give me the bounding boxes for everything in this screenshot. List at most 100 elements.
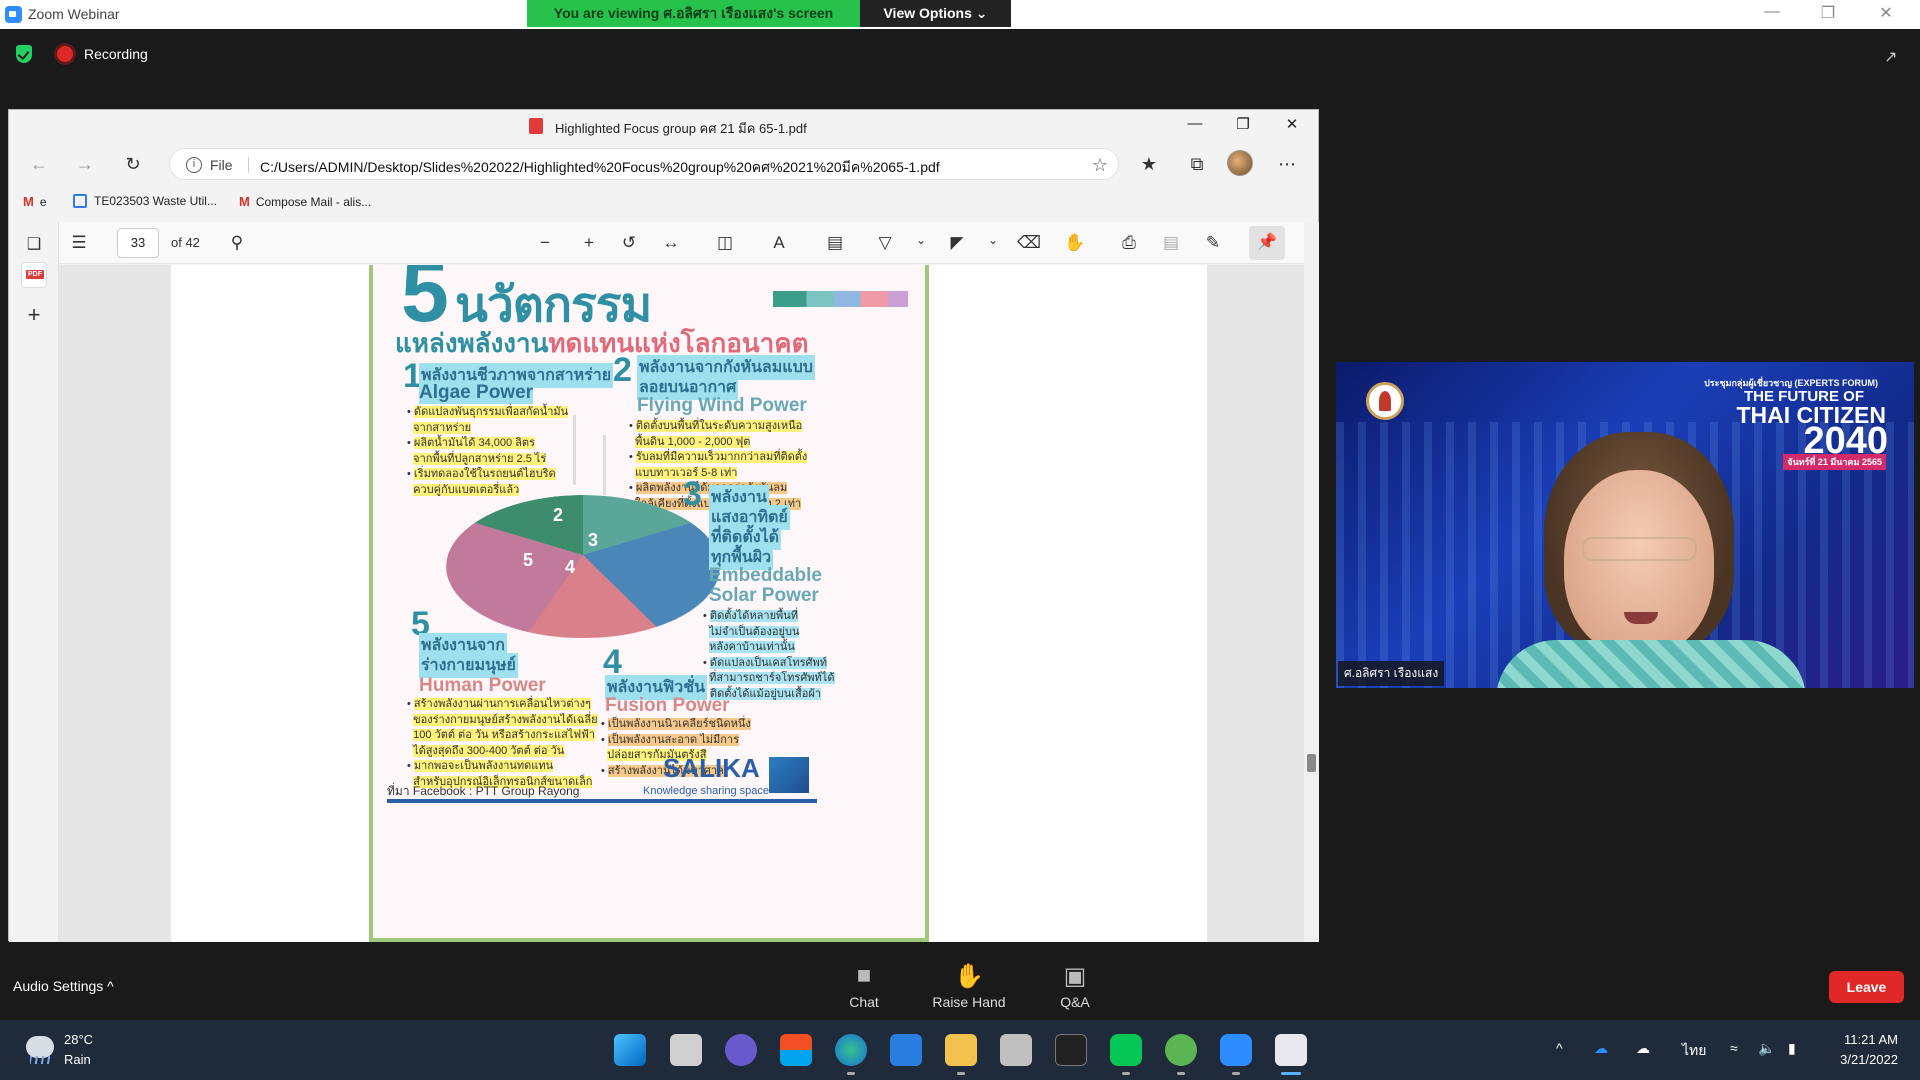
volume-muted-icon[interactable]: 🔈 bbox=[1758, 1040, 1775, 1057]
zoom-out-icon[interactable]: − bbox=[533, 233, 557, 253]
view-options-button[interactable]: View Options ⌄ bbox=[860, 0, 1011, 27]
pdf-scrollbar[interactable] bbox=[1304, 222, 1319, 942]
bullet-text: ผลิตน้ำมันได้ 34,000 ลิตร bbox=[414, 437, 535, 449]
security-shield-icon[interactable] bbox=[16, 45, 32, 63]
bullet-text: รับลมที่มีความเร็วมากกว่าลมที่ติดตั้ง bbox=[636, 451, 807, 463]
pdf-file-icon bbox=[529, 118, 543, 134]
draw-chevron-icon[interactable]: ⌄ bbox=[909, 233, 933, 247]
qa-button[interactable]: ▣ Q&A bbox=[1035, 962, 1115, 1010]
zoom-app-title: Zoom Webinar bbox=[28, 6, 120, 22]
file-explorer-icon[interactable] bbox=[945, 1034, 977, 1066]
bookmark-item[interactable]: Me bbox=[23, 194, 47, 209]
save-as-icon[interactable]: ✎ bbox=[1201, 233, 1225, 253]
tab-actions-icon[interactable]: ❑ bbox=[25, 234, 43, 252]
teams-chat-icon[interactable] bbox=[725, 1034, 757, 1066]
chat-button[interactable]: ■ Chat bbox=[824, 962, 904, 1010]
clock-date[interactable]: 3/21/2022 bbox=[1828, 1052, 1898, 1067]
info-icon[interactable]: i bbox=[186, 157, 202, 173]
save-icon[interactable]: ▤ bbox=[1159, 233, 1183, 253]
address-bar[interactable]: i File C:/Users/ADMIN/Desktop/Slides%202… bbox=[169, 148, 1119, 180]
text-box-icon[interactable]: ▤ bbox=[823, 233, 847, 253]
edge-close-icon[interactable]: ✕ bbox=[1274, 115, 1310, 133]
page-number-input[interactable]: 33 bbox=[117, 228, 159, 258]
bookmark-item[interactable]: TE023503 Waste Util... bbox=[73, 194, 217, 208]
battery-icon[interactable]: ▮ bbox=[1788, 1040, 1796, 1057]
participant-name-label: ศ.อลิศรา เรืองแสง bbox=[1338, 661, 1444, 686]
profile-avatar[interactable] bbox=[1227, 150, 1253, 176]
pin-toolbar-icon[interactable]: 📌 bbox=[1249, 226, 1285, 260]
edge-browser-icon[interactable] bbox=[835, 1034, 867, 1066]
pdf-viewport[interactable]: 5 นวัตกรรม แหล่งพลังงานทดแทนแห่งโลกอนาคต… bbox=[59, 265, 1304, 942]
start-icon[interactable] bbox=[614, 1034, 646, 1066]
back-arrow-icon[interactable]: ← bbox=[27, 154, 51, 175]
section-title-en: Algae Power bbox=[419, 382, 533, 404]
new-tab-icon[interactable]: + bbox=[25, 302, 43, 320]
bullet-text: ดัดแปลงเป็นเคสโทรศัพท์ bbox=[710, 657, 827, 669]
zoom-taskbar-icon[interactable] bbox=[1220, 1034, 1252, 1066]
weather-condition[interactable]: Rain bbox=[64, 1052, 91, 1067]
zoom-in-icon[interactable]: + bbox=[577, 233, 601, 253]
bullet-text: พื้นดิน 1,000 - 2,000 ฟุต bbox=[635, 436, 750, 448]
section-title-en: Flying Wind Power bbox=[637, 395, 807, 417]
color-strip bbox=[773, 291, 908, 307]
bookmark-item[interactable]: M Compose Mail - alis... bbox=[239, 194, 371, 209]
edge-window-title: Highlighted Focus group คศ 21 มีค 65-1.p… bbox=[555, 118, 807, 139]
section-title-en: Fusion Power bbox=[605, 695, 730, 717]
salika-logo-icon bbox=[769, 757, 809, 793]
favorites-icon[interactable]: ★ bbox=[1137, 154, 1161, 175]
pdf-tab-icon[interactable] bbox=[21, 262, 47, 288]
print-icon[interactable]: ⎙ bbox=[1117, 233, 1141, 253]
audio-settings-button[interactable]: Audio Settings ^ bbox=[13, 978, 114, 994]
line-icon[interactable] bbox=[1110, 1034, 1142, 1066]
section-number: 3 bbox=[683, 475, 702, 514]
more-menu-icon[interactable]: ⋯ bbox=[1275, 154, 1299, 175]
restore-icon[interactable]: ❐ bbox=[1808, 3, 1848, 23]
contents-icon[interactable]: ☰ bbox=[67, 233, 91, 253]
mail-icon[interactable] bbox=[890, 1034, 922, 1066]
tradingview-icon[interactable] bbox=[1055, 1034, 1087, 1066]
tray-chevron-icon[interactable]: ^ bbox=[1556, 1040, 1563, 1056]
onedrive-icon[interactable]: ☁ bbox=[1594, 1040, 1608, 1057]
edge-sidebar: ❑ + bbox=[9, 222, 59, 942]
page-view-icon[interactable]: ◫ bbox=[713, 233, 737, 253]
app-icon[interactable] bbox=[1000, 1034, 1032, 1066]
gmail-icon: M bbox=[23, 194, 34, 209]
refresh-icon[interactable]: ↻ bbox=[121, 154, 145, 175]
section-bullets: • ติดตั้งได้หลายพื้นที่ ไม่จำเป็นต้องอยู… bbox=[703, 609, 835, 702]
snipping-tool-icon[interactable] bbox=[1275, 1034, 1307, 1066]
bullet-text: เริ่มทดลองใช้ในรถยนต์ไฮบริด bbox=[414, 468, 556, 480]
edge-restore-icon[interactable]: ❐ bbox=[1225, 115, 1261, 133]
participant-video-tile[interactable]: ประชุมกลุ่มผู้เชี่ยวชาญ (EXPERTS FORUM) … bbox=[1336, 362, 1914, 688]
touch-icon[interactable]: ✋ bbox=[1063, 233, 1087, 253]
search-icon[interactable]: ⚲ bbox=[225, 233, 249, 253]
fit-page-icon[interactable]: ↔ bbox=[659, 233, 683, 253]
collections-icon[interactable]: ⧉ bbox=[1185, 154, 1209, 175]
cloud-icon[interactable]: ☁ bbox=[1636, 1040, 1650, 1057]
edge-minimize-icon[interactable]: — bbox=[1177, 115, 1213, 132]
task-view-icon[interactable] bbox=[670, 1034, 702, 1066]
minimize-icon[interactable]: — bbox=[1752, 3, 1792, 21]
highlight-chevron-icon[interactable]: ⌄ bbox=[981, 233, 1005, 247]
language-indicator[interactable]: ไทย bbox=[1682, 1040, 1706, 1062]
store-icon[interactable] bbox=[780, 1034, 812, 1066]
leave-button[interactable]: Leave bbox=[1829, 971, 1904, 1003]
read-aloud-icon[interactable]: A bbox=[767, 233, 791, 253]
weather-rain-icon[interactable] bbox=[26, 1036, 54, 1058]
draw-icon[interactable]: ▽ bbox=[873, 233, 897, 253]
add-favorite-icon[interactable]: ☆ bbox=[1092, 155, 1108, 176]
fullscreen-icon[interactable]: ↗ bbox=[1884, 47, 1900, 63]
scrollbar-thumb[interactable] bbox=[1307, 754, 1316, 772]
raise-hand-button[interactable]: ✋ Raise Hand bbox=[929, 962, 1009, 1010]
divider bbox=[387, 799, 817, 803]
url-text[interactable]: C:/Users/ADMIN/Desktop/Slides%202022/Hig… bbox=[260, 157, 940, 179]
chat-icon: ■ bbox=[824, 962, 904, 992]
clock-time[interactable]: 11:21 AM bbox=[1838, 1032, 1898, 1047]
forward-arrow-icon[interactable]: → bbox=[73, 154, 97, 175]
utorrent-icon[interactable] bbox=[1165, 1034, 1197, 1066]
highlight-icon[interactable]: ◤ bbox=[945, 233, 969, 253]
close-icon[interactable]: ✕ bbox=[1866, 3, 1906, 23]
eraser-icon[interactable]: ⌫ bbox=[1017, 233, 1041, 253]
weather-temperature[interactable]: 28°C bbox=[64, 1032, 93, 1047]
wifi-icon[interactable]: ≈ bbox=[1730, 1040, 1738, 1056]
rotate-icon[interactable]: ↺ bbox=[617, 233, 641, 253]
